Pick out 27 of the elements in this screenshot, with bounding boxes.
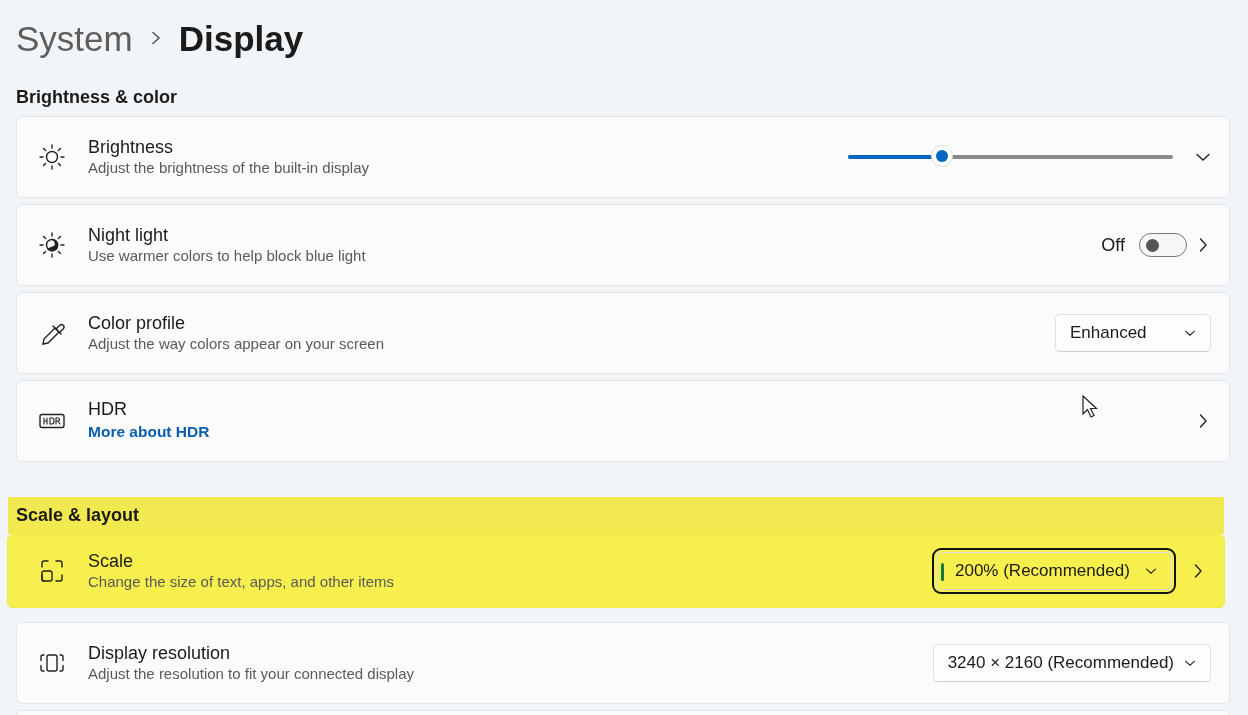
setting-description: Adjust the way colors appear on your screen [88,334,384,354]
caret-icon [1184,327,1196,339]
setting-title: Brightness [88,136,174,158]
setting-title: HDR [88,398,127,421]
section-heading: Scale & layout [8,497,1224,534]
setting-title: Color profile [88,312,186,334]
toggle-state-label: Off [1101,233,1125,257]
setting-title: Display resolution [88,642,231,664]
setting-title: Night light [88,224,169,246]
setting-description: Change the size of text, apps, and other items [88,572,394,592]
caret-icon [1145,565,1157,577]
setting-description: Adjust the resolution to fit your connected display [88,664,415,684]
section-heading: Brightness & color [16,85,179,109]
toggle-switch[interactable] [1139,233,1187,257]
dropdown[interactable]: 3240 × 2160 (Recommended) [932,644,1211,682]
breadcrumb-link[interactable]: System [16,20,133,56]
cursor-icon [1082,395,1100,419]
page-title: Display [178,20,304,56]
dropdown[interactable]: Enhanced [1055,314,1211,352]
setting-description: Use warmer colors to help block blue light [88,246,366,266]
setting-title: Scale [88,550,134,572]
more-link[interactable]: More about HDR [88,420,210,444]
slider-thumb[interactable] [931,145,954,167]
caret-icon [1184,657,1196,669]
half-moon-sun-icon [37,230,67,260]
sun-icon [37,142,67,172]
setting-description: Adjust the brightness of the built-in display [88,158,369,178]
